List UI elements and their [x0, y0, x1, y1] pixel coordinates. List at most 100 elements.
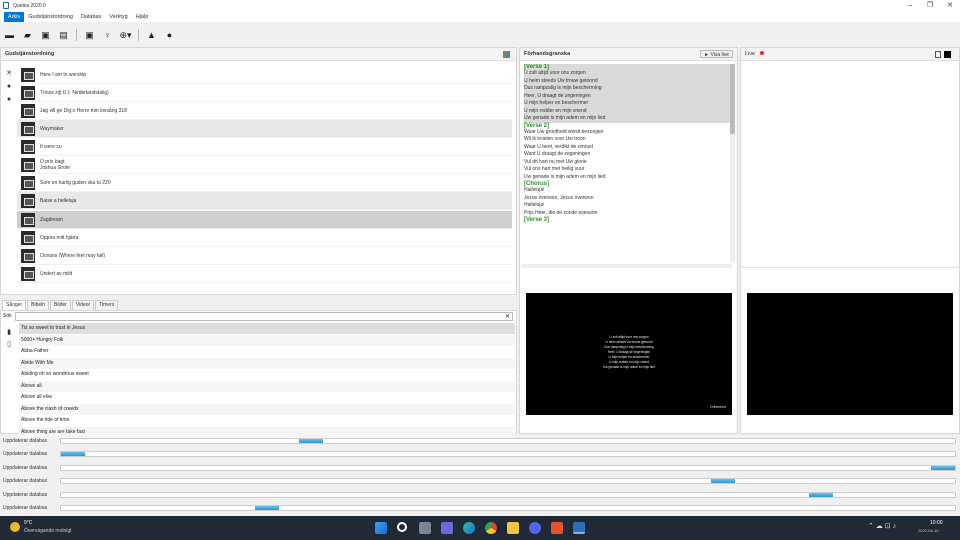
lyric-section[interactable]: [Chorus] Halleluja! Jezus overwon, Jezus o… [524, 181, 730, 217]
save-icon[interactable]: ▣ [40, 30, 51, 41]
clock-date[interactable]: 2022-04-10 [918, 528, 938, 533]
song-thumbnail-icon [21, 212, 35, 227]
file-explorer-icon[interactable] [507, 522, 519, 534]
tab-timers[interactable]: Timers [95, 300, 119, 310]
live-lyrics-area[interactable] [741, 62, 959, 268]
service-item-line: Oceans (Where feet may fail) [40, 252, 106, 259]
lyric-line: Dus rampzalig is mijn bescherming [524, 85, 602, 91]
maximize-icon[interactable]: ❐ [920, 0, 940, 11]
tab-videos[interactable]: Videor [71, 300, 95, 310]
song-list-item[interactable]: Above the tide of time [19, 415, 515, 426]
live-title: Live [745, 51, 756, 57]
service-item-title: Som en harlig guden ska tu 220 [40, 180, 111, 186]
service-item[interactable]: Here I am to worship [17, 66, 512, 84]
lyric-section[interactable]: [Verse 2] Waar Uw grootheid wordt bezonge… [524, 123, 730, 182]
add-icon[interactable]: ⊕▾ [119, 30, 131, 41]
open-icon[interactable]: ▰ [22, 30, 33, 41]
live-header: Live [741, 48, 959, 61]
service-item-line: Jag vill ge Dig o Herre min lovsång 318 [40, 107, 127, 114]
scrollbar[interactable] [730, 64, 735, 262]
new-icon[interactable]: ▬ [4, 30, 15, 41]
remove-icon[interactable]: ✕ [5, 70, 13, 78]
menu-service[interactable]: Gudstjänstordning [24, 12, 77, 22]
system-tray-icons[interactable]: ⌃ ☁ ⊡ ♪ [868, 522, 896, 530]
discord-icon[interactable] [529, 522, 541, 534]
service-item-line: Som en harlig guden ska tu 220 [40, 179, 111, 186]
service-item-title: Baise a helleluja [40, 198, 76, 204]
song-thumbnail-icon [21, 175, 35, 190]
service-item-line: Baise a helleluja [40, 197, 77, 204]
service-item[interactable]: Zagdream [17, 211, 512, 229]
lyric-line: Want U draagt de zegeningen [524, 151, 591, 157]
quelea-app-icon[interactable] [573, 522, 585, 534]
horizontal-scrollbar[interactable] [522, 264, 732, 268]
clear-search-icon[interactable]: ✕ [505, 313, 510, 321]
service-item-title: Trouw zijt U (- Nederlandstalig) [40, 90, 109, 96]
delete-song-icon[interactable]: ▯ [5, 341, 13, 349]
add-song-icon[interactable]: ▮ [5, 329, 13, 337]
close-icon[interactable]: ✕ [940, 0, 960, 11]
song-list-item[interactable]: Above the clash of creeds [19, 403, 515, 415]
save-as-icon[interactable]: ▣ [84, 30, 95, 41]
progress-indicator [710, 479, 735, 483]
print-icon[interactable]: ▤ [58, 30, 69, 41]
toolbar-separator [138, 29, 139, 41]
chrome-icon[interactable] [485, 522, 497, 534]
taskbar: 9°C Övervägande molnigt ⌃ ☁ ⊡ ♪ 10:00 20… [0, 516, 960, 540]
song-list-item[interactable]: Abba Father [19, 346, 515, 357]
minimize-icon[interactable]: – [900, 0, 920, 11]
service-item-title: Waymaker [40, 126, 64, 132]
lyric-line: U heim steeds Uw trouw getoond [524, 77, 598, 84]
service-item[interactable]: Oppna mitt hjärta [17, 229, 512, 247]
move-down-icon[interactable]: ● [5, 96, 13, 104]
lightbulb-icon[interactable]: ♀ [102, 30, 113, 41]
move-up-icon[interactable]: ● [5, 83, 13, 91]
menu-tools[interactable]: Verktyg [105, 12, 131, 22]
service-item[interactable]: O pris bagt Joshua Grote [17, 156, 512, 174]
edge-icon[interactable] [463, 522, 475, 534]
service-item[interactable]: Baise a helleluja [17, 192, 512, 210]
service-item[interactable]: Trouw zijt U (- Nederlandstalig) [17, 84, 512, 102]
song-list-item[interactable]: Tis so sweet to trust in Jesus [19, 323, 515, 334]
tab-bible[interactable]: Bibeln [27, 300, 50, 310]
lyrics-list[interactable]: [Verse 1] U zult altijd voor ons zorgen U … [522, 64, 730, 262]
service-item[interactable]: Undert av mild [17, 265, 512, 283]
lyric-line: U mijn redder en mijn vriend [524, 107, 587, 114]
warning-icon[interactable]: ▲ [146, 30, 157, 41]
song-list-item[interactable]: Above all [19, 380, 515, 392]
progress-label: Uppdaterar databas [3, 505, 48, 511]
tab-images[interactable]: Bilder [50, 300, 71, 310]
weather-temp: 9°C [24, 520, 33, 526]
service-item[interactable]: Jag vill ge Dig o Herre min lovsång 318 [17, 102, 512, 120]
service-item-line: Oppna mitt hjärta [40, 234, 79, 241]
menu-help[interactable]: Hjälp [132, 12, 153, 22]
task-view-icon[interactable] [419, 522, 431, 534]
menu-database[interactable]: Databas [77, 12, 106, 22]
service-item-title: Zagdream [40, 217, 63, 223]
menu-file[interactable]: Arkiv [4, 11, 25, 22]
black-screen-icon[interactable] [944, 51, 951, 58]
lyric-section[interactable]: [Verse 3] [524, 217, 730, 223]
song-list-item[interactable]: Above all else [19, 392, 515, 403]
service-item[interactable]: Waymaker [17, 120, 512, 138]
office-icon[interactable] [551, 522, 563, 534]
song-list-item[interactable]: 5000+ Hungry Folk [19, 334, 515, 346]
service-item[interactable]: Oceans (Where feet may fail) [17, 247, 512, 265]
progress-bar [60, 437, 956, 444]
lyric-section[interactable]: [Verse 1] U zult altijd voor ons zorgen U … [524, 64, 730, 123]
tab-songs[interactable]: Sånger [2, 300, 27, 310]
search-icon[interactable] [397, 522, 407, 532]
weather-icon[interactable] [10, 522, 20, 532]
clock-time[interactable]: 10:00 [930, 520, 943, 526]
song-list-item[interactable]: Abiding oh so wondrous sweet [19, 369, 515, 380]
logo-icon[interactable] [935, 51, 941, 58]
themes-icon[interactable] [503, 51, 510, 58]
start-icon[interactable] [375, 522, 387, 534]
chat-icon[interactable] [441, 522, 453, 534]
search-input[interactable]: ✕ [15, 312, 513, 321]
live-button[interactable]: ► Visa live [700, 50, 733, 58]
service-item[interactable]: Som en harlig guden ska tu 220 [17, 174, 512, 192]
service-item[interactable]: It were zu [17, 138, 512, 156]
song-list-item[interactable]: Abide With Me [19, 357, 515, 369]
record-icon[interactable]: ● [164, 30, 175, 41]
